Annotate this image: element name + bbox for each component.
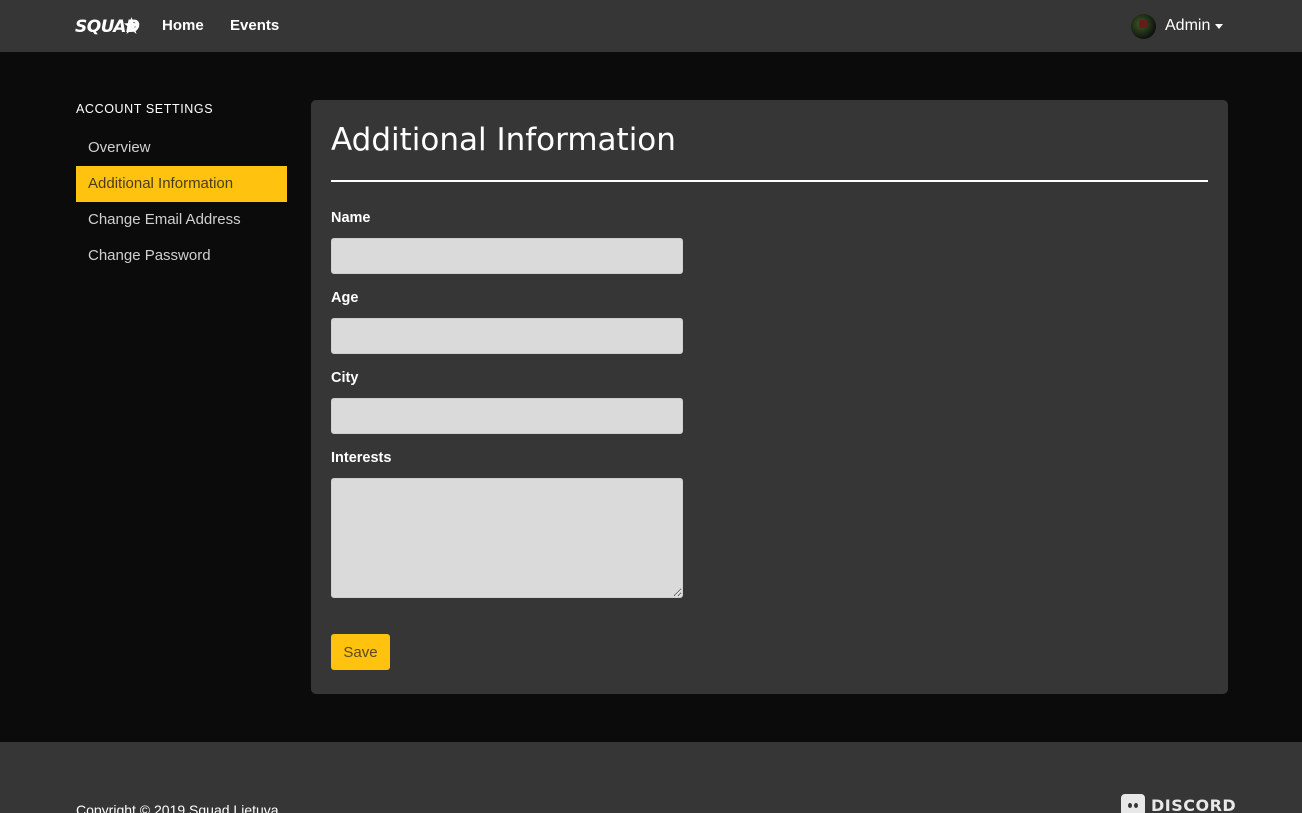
nav-home-link[interactable]: Home — [162, 17, 204, 34]
top-navbar: SQUAD Home Events Admin — [0, 0, 1302, 52]
sidebar-item-change-email[interactable]: Change Email Address — [76, 202, 287, 238]
squad-logo[interactable]: SQUAD — [75, 12, 140, 40]
star-icon — [124, 17, 139, 34]
sidebar-item-change-password[interactable]: Change Password — [76, 238, 287, 274]
interests-textarea[interactable] — [331, 478, 683, 598]
discord-link[interactable]: DISCORD — [1121, 794, 1236, 813]
sidebar-item-additional-information[interactable]: Additional Information — [76, 166, 287, 202]
discord-icon — [1121, 794, 1145, 813]
age-input[interactable] — [331, 318, 683, 354]
user-name: Admin — [1165, 17, 1211, 34]
name-input[interactable] — [331, 238, 683, 274]
age-label: Age — [331, 290, 359, 306]
save-button[interactable]: Save — [331, 634, 390, 670]
copyright-text: Copyright © 2019 Squad Lietuva — [76, 802, 279, 813]
settings-panel: Additional Information Name Age City Int… — [311, 100, 1228, 694]
avatar — [1131, 13, 1156, 39]
footer: Copyright © 2019 Squad Lietuva DISCORD — [0, 742, 1302, 813]
page-title: Additional Information — [331, 122, 676, 158]
user-menu-dropdown[interactable]: Admin — [1131, 13, 1224, 39]
city-label: City — [331, 370, 359, 386]
nav-events-link[interactable]: Events — [230, 17, 279, 34]
sidebar-item-overview[interactable]: Overview — [76, 130, 287, 166]
caret-down-icon — [1215, 24, 1224, 29]
title-divider — [331, 180, 1208, 182]
name-label: Name — [331, 210, 371, 226]
discord-label: DISCORD — [1151, 795, 1237, 813]
sidebar-heading: ACCOUNT SETTINGS — [76, 102, 214, 116]
interests-label: Interests — [331, 450, 392, 466]
city-input[interactable] — [331, 398, 683, 434]
